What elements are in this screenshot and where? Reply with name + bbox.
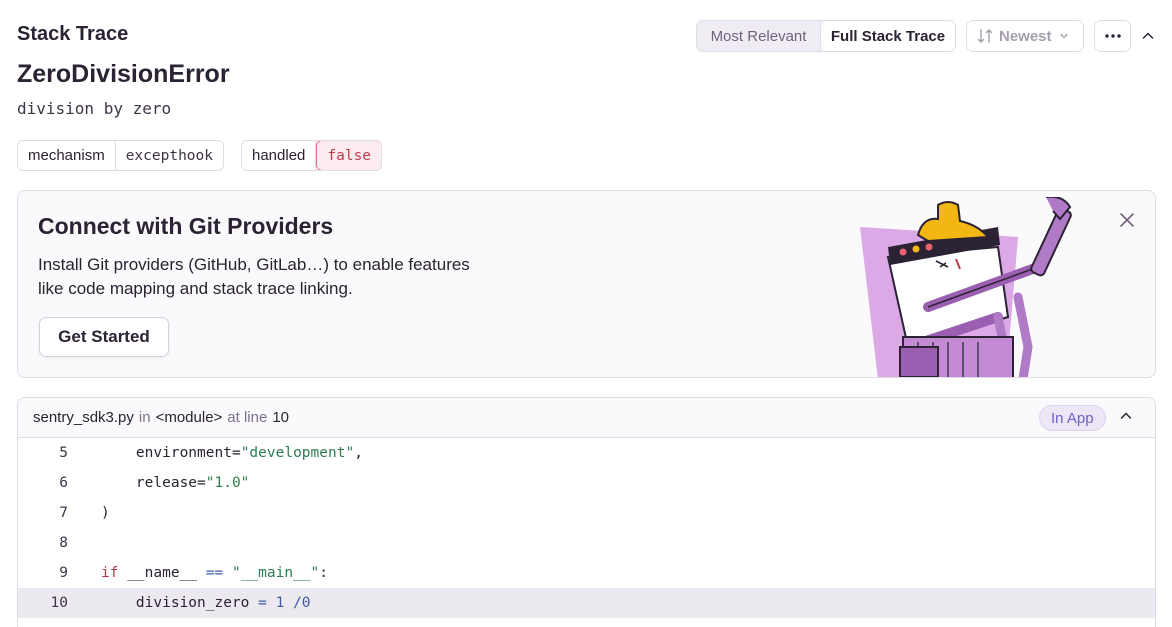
exception-type: ZeroDivisionError	[17, 60, 230, 88]
tag-value: excepthook	[125, 147, 214, 164]
mechanism-tag: mechanism excepthook	[17, 140, 225, 171]
code-token: __name__	[118, 565, 206, 581]
code-token: :	[319, 565, 329, 581]
line-source: )	[101, 505, 110, 521]
code-context: 5 environment="development", 6 release="1…	[18, 438, 1155, 618]
git-providers-banner: Connect with Git Providers Install Git p…	[17, 190, 1156, 378]
tag-key: handled	[242, 141, 317, 170]
line-number: 5	[59, 445, 68, 461]
line-source: if __name__ == "__main__":	[101, 565, 328, 581]
frame-filename: sentry_sdk3.py	[33, 409, 134, 426]
code-line: 7)	[18, 498, 1155, 528]
git-illustration	[860, 197, 1072, 377]
code-token: )	[101, 505, 110, 521]
frame-in-label: in	[138, 409, 151, 426]
sort-dropdown[interactable]: Newest	[966, 20, 1084, 52]
stack-frame: sentry_sdk3.py in <module> at line 10 In…	[17, 397, 1156, 627]
line-number: 9	[59, 565, 68, 581]
code-token: "__main__"	[231, 565, 320, 581]
code-line: 8	[18, 528, 1155, 558]
code-token: =	[258, 595, 267, 611]
code-token: /0	[293, 595, 311, 611]
exception-value: division by zero	[17, 99, 172, 118]
code-token: release=	[101, 475, 206, 491]
line-source: environment="development",	[101, 445, 363, 461]
chevron-up-icon	[1142, 32, 1154, 39]
section-title: Stack Trace	[17, 23, 129, 45]
line-number: 6	[59, 475, 68, 491]
get-started-button[interactable]: Get Started	[39, 317, 169, 357]
frame-at-line-label: at line	[227, 409, 268, 426]
code-line: 6 release="1.0"	[18, 468, 1155, 498]
tag-key: mechanism	[18, 141, 116, 170]
line-number: 7	[59, 505, 68, 521]
more-options-button[interactable]	[1094, 20, 1131, 52]
line-source: division_zero = 1 /0	[101, 595, 311, 611]
code-token: ,	[354, 445, 363, 461]
line-number: 8	[59, 535, 68, 551]
close-icon	[1120, 213, 1134, 227]
tag-value-false: false	[316, 141, 382, 170]
code-token: "1.0"	[205, 475, 250, 491]
line-number: 10	[50, 595, 68, 611]
code-token: "development"	[240, 445, 355, 461]
code-token: division_zero	[101, 595, 259, 611]
frame-function: <module>	[155, 409, 223, 426]
sort-label: Newest	[999, 27, 1052, 45]
full-stack-trace-toggle[interactable]: Full Stack Trace	[820, 21, 955, 51]
code-line: 9 if __name__ == "__main__":	[18, 558, 1155, 588]
chevron-up-icon	[1120, 412, 1132, 419]
dismiss-banner-button[interactable]	[1118, 211, 1136, 229]
sort-arrows-icon	[977, 29, 993, 43]
frame-collapse-button[interactable]	[1119, 409, 1137, 427]
collapse-section-button[interactable]	[1139, 27, 1157, 45]
banner-description: Install Git providers (GitHub, GitLab…) …	[38, 255, 470, 298]
view-toggle: Most Relevant Full Stack Trace	[696, 20, 956, 52]
code-line: 5 environment="development",	[18, 438, 1155, 468]
ellipsis-icon	[1104, 34, 1121, 38]
frame-header[interactable]: sentry_sdk3.py in <module> at line 10 In…	[18, 398, 1155, 438]
code-line-active: 10 division_zero = 1 /0	[18, 588, 1155, 618]
in-app-badge: In App	[1039, 405, 1106, 431]
banner-title: Connect with Git Providers	[38, 213, 334, 239]
code-token: ==	[205, 565, 224, 581]
line-source: release="1.0"	[101, 475, 250, 491]
code-token: environment=	[101, 445, 241, 461]
handled-tag: handled false	[241, 140, 383, 171]
frame-line-number: 10	[272, 409, 290, 426]
most-relevant-toggle[interactable]: Most Relevant	[697, 21, 820, 51]
code-token: if	[101, 565, 119, 581]
chevron-down-icon	[1059, 33, 1068, 39]
